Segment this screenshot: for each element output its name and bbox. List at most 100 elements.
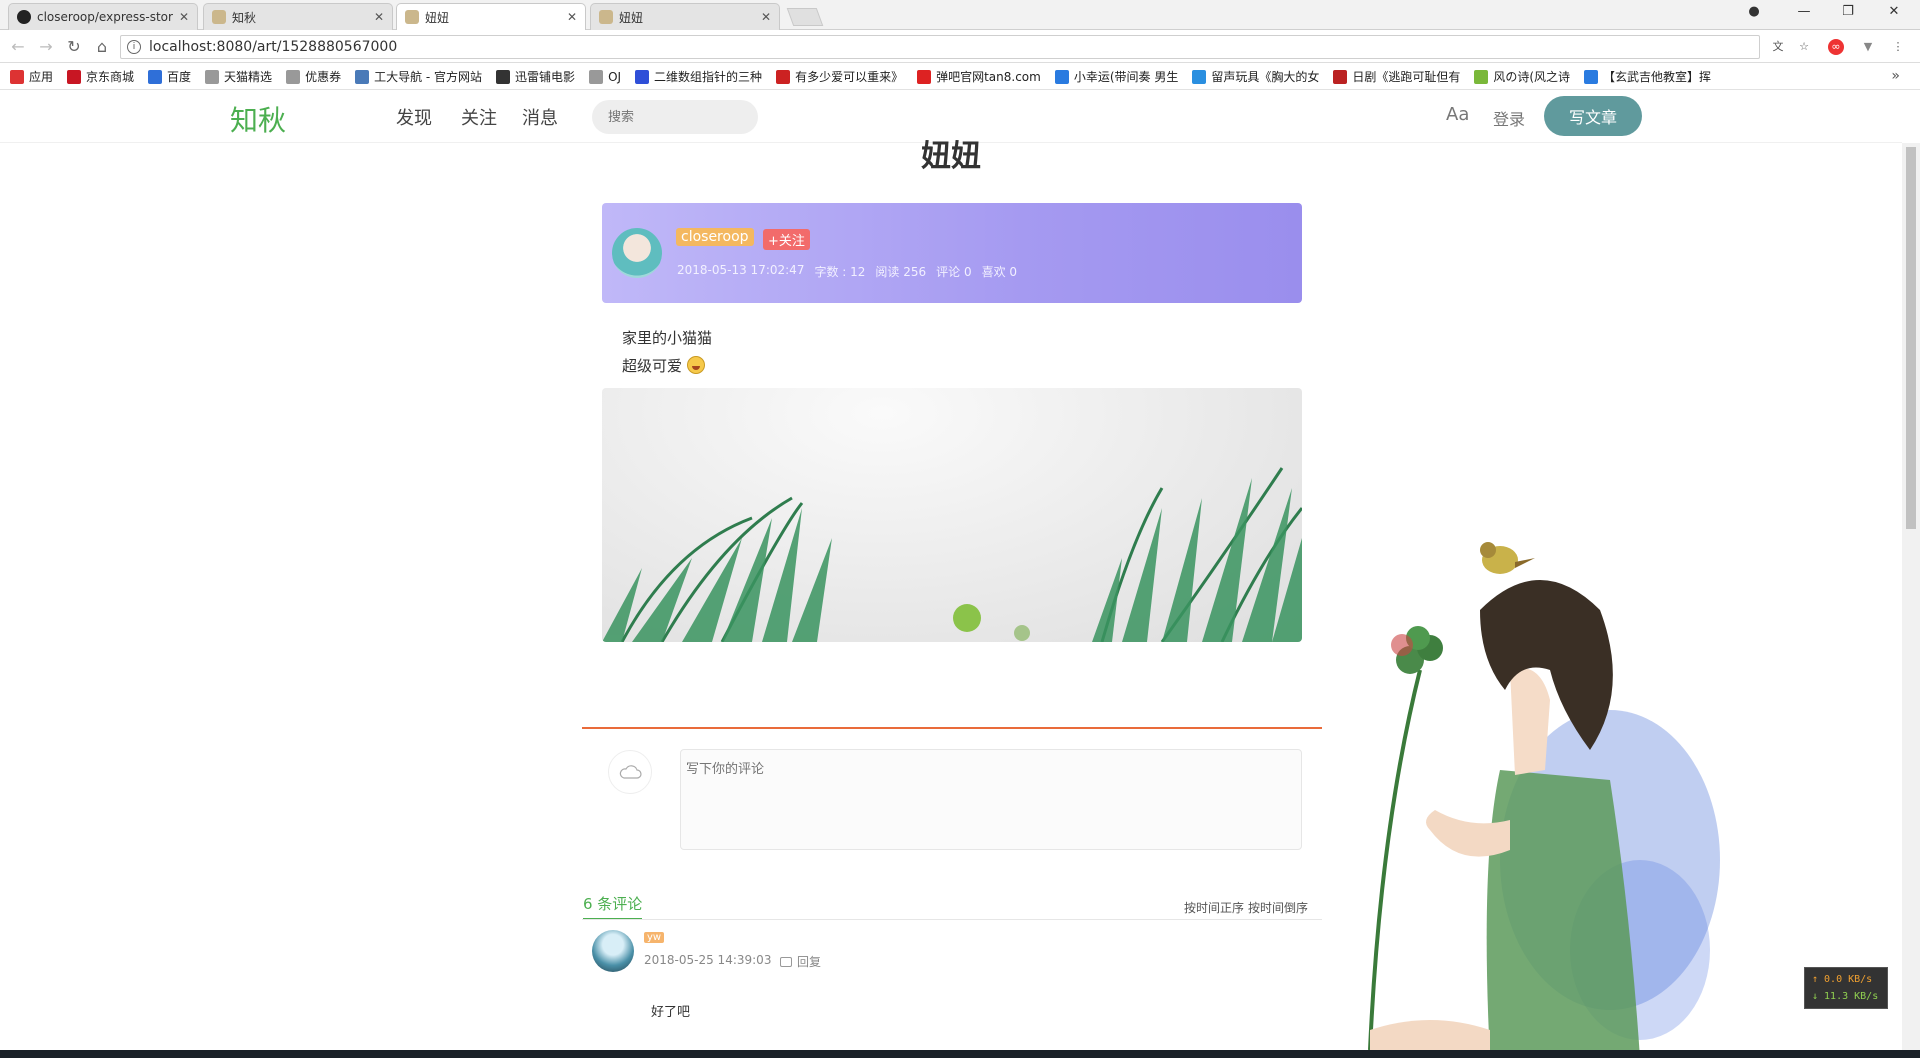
- commenter-avatar[interactable]: [592, 930, 634, 972]
- comment-count-tab[interactable]: 6 条评论: [583, 893, 643, 920]
- bookmark-item[interactable]: 二维数组指针的三种: [635, 68, 762, 85]
- os-taskbar: [0, 1050, 1920, 1058]
- bookmark-label: 有多少爱可以重来》: [795, 70, 904, 84]
- write-article-button[interactable]: 写文章: [1544, 96, 1642, 136]
- comment-text: 好了吧: [651, 1005, 691, 1020]
- reload-icon[interactable]: ↻: [64, 37, 84, 56]
- bookmark-label: 应用: [29, 70, 54, 84]
- bookmark-item[interactable]: 小幸运(带间奏 男生: [1054, 68, 1179, 85]
- content-line-with-emoji: 超级可爱: [622, 352, 712, 380]
- follow-button[interactable]: +关注: [763, 229, 810, 250]
- reply-icon: [780, 956, 792, 967]
- sort-descending-link[interactable]: 按时间倒序: [1248, 899, 1308, 916]
- new-tab-button[interactable]: [786, 8, 824, 26]
- bookmark-label: 优惠券: [305, 70, 342, 84]
- cloud-icon: [619, 765, 642, 779]
- page-scrollbar[interactable]: [1902, 143, 1920, 1050]
- login-link[interactable]: 登录: [1493, 106, 1525, 130]
- bookmark-item[interactable]: 风の诗(风之诗: [1474, 68, 1570, 85]
- palm-leaves-illustration: [602, 467, 1302, 642]
- network-speed-widget: ↑ 0.0 KB/s ↓ 11.3 KB/s: [1804, 967, 1888, 1009]
- font-size-toggle[interactable]: Aa: [1446, 104, 1469, 125]
- menu-icon[interactable]: ⋮: [1890, 39, 1906, 55]
- close-icon[interactable]: ✕: [761, 10, 771, 24]
- tab-label: 妞妞: [619, 10, 644, 25]
- home-icon[interactable]: ⌂: [92, 37, 112, 56]
- reply-button[interactable]: 回复: [780, 953, 821, 970]
- restore-icon[interactable]: ❐: [1838, 4, 1858, 19]
- nav-discover[interactable]: 发现: [396, 104, 432, 130]
- tab-label: 知秋: [232, 10, 257, 25]
- more-bookmarks-icon[interactable]: »: [1891, 68, 1900, 84]
- cat-favicon-icon: [405, 10, 419, 24]
- bookmark-item[interactable]: 【玄武吉他教室】挥: [1584, 68, 1711, 85]
- commenter-name[interactable]: yw: [644, 932, 665, 943]
- baidu-paw-icon: [148, 69, 163, 84]
- bookmark-item[interactable]: 弹吧官网tan8.com: [917, 68, 1041, 85]
- forward-arrow-icon[interactable]: →: [36, 37, 56, 56]
- browser-tab-strip: closeroop/express-stor ✕ 知秋 ✕ 妞妞 ✕ 妞妞 ✕ …: [0, 0, 1920, 30]
- close-icon[interactable]: ✕: [567, 10, 577, 24]
- browser-tab-zhiqiu[interactable]: 知秋 ✕: [203, 3, 393, 30]
- play-icon: [1584, 69, 1599, 84]
- bookmark-item[interactable]: 迅雷铺电影: [496, 68, 575, 85]
- content-line: 家里的小猫猫: [622, 329, 713, 347]
- info-icon[interactable]: i: [127, 40, 141, 54]
- back-arrow-icon[interactable]: ←: [8, 37, 28, 56]
- page-icon: [286, 69, 301, 84]
- scrollbar-thumb[interactable]: [1906, 147, 1916, 529]
- bookmark-item[interactable]: 百度: [148, 68, 191, 85]
- paw-icon: [635, 69, 650, 84]
- address-bar[interactable]: i localhost:8080/art/1528880567000: [120, 35, 1760, 59]
- minimize-icon[interactable]: —: [1794, 4, 1814, 19]
- bookmark-label: 天猫精选: [224, 70, 273, 84]
- comment-count-meta: 评论 0: [936, 265, 972, 279]
- jd-icon: [67, 69, 82, 84]
- sort-ascending-link[interactable]: 按时间正序: [1184, 899, 1244, 916]
- cat-favicon-icon: [599, 10, 613, 24]
- bookmark-label: 迅雷铺电影: [515, 70, 576, 84]
- close-icon[interactable]: ✕: [179, 10, 189, 24]
- nav-messages[interactable]: 消息: [522, 104, 558, 130]
- bookmark-item[interactable]: 京东商城: [67, 68, 134, 85]
- nav-follow[interactable]: 关注: [461, 104, 497, 130]
- translate-icon[interactable]: 文: [1770, 39, 1786, 55]
- page-icon: [205, 69, 220, 84]
- section-divider: [582, 727, 1322, 729]
- close-icon[interactable]: ✕: [374, 10, 384, 24]
- article-meta: 2018-05-13 17:02:47 字数 : 12 阅读 256 评论 0 …: [677, 263, 1017, 280]
- browser-tab-niuniu-active[interactable]: 妞妞 ✕: [396, 3, 586, 30]
- extension-icon[interactable]: ∞: [1828, 39, 1844, 55]
- red-logo-icon: [776, 69, 791, 84]
- bookmark-item[interactable]: 优惠券: [286, 68, 341, 85]
- bookmark-item[interactable]: 有多少爱可以重来》: [776, 68, 903, 85]
- content-line: 超级可爱: [622, 357, 683, 375]
- browser-tab-github[interactable]: closeroop/express-stor ✕: [8, 3, 198, 30]
- author-avatar[interactable]: [612, 228, 662, 278]
- bookmark-label: 工大导航 - 官方网站: [374, 70, 483, 84]
- bookmark-item[interactable]: 应用: [10, 68, 53, 85]
- bookmark-item[interactable]: OJ: [589, 69, 621, 84]
- pu-icon: [496, 69, 511, 84]
- url-text: localhost:8080/art/1528880567000: [149, 39, 398, 55]
- vpn-extension-icon[interactable]: ▼: [1860, 39, 1876, 55]
- reply-label: 回复: [797, 955, 822, 969]
- window-close-icon[interactable]: ✕: [1884, 4, 1904, 19]
- decorative-girl-illustration: [1368, 542, 1720, 1058]
- browser-tab-niuniu[interactable]: 妞妞 ✕: [590, 3, 780, 30]
- bookmark-item[interactable]: 留声玩具《胸大的女: [1192, 68, 1319, 85]
- bookmark-item[interactable]: 工大导航 - 官方网站: [355, 68, 482, 85]
- bookmark-item[interactable]: 日剧《逃跑可耻但有: [1333, 68, 1460, 85]
- search-input[interactable]: [592, 100, 758, 134]
- grinning-emoji-icon: [686, 356, 705, 374]
- author-name[interactable]: closeroop: [676, 228, 754, 246]
- bookmark-star-icon[interactable]: ☆: [1796, 39, 1812, 55]
- article-content: 家里的小猫猫 超级可爱: [622, 324, 712, 380]
- like-count: 喜欢 0: [981, 265, 1018, 279]
- bookmark-label: 小幸运(带间奏 男生: [1073, 70, 1179, 84]
- profile-icon[interactable]: ●: [1744, 4, 1764, 19]
- article-title: 妞妞: [921, 139, 981, 174]
- bookmark-item[interactable]: 天猫精选: [205, 68, 272, 85]
- comment-textarea[interactable]: [680, 749, 1302, 850]
- download-speed: ↓ 11.3 KB/s: [1812, 991, 1879, 1002]
